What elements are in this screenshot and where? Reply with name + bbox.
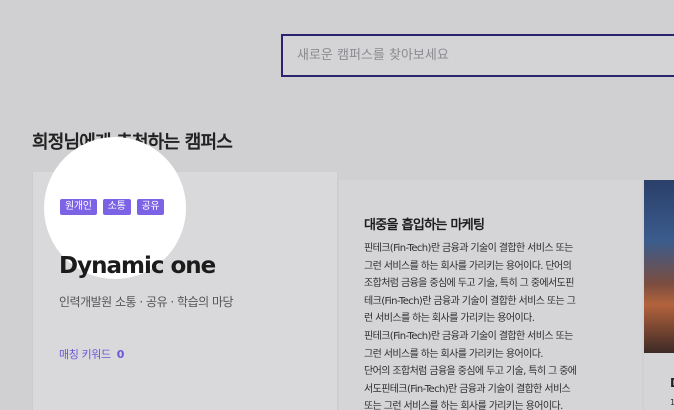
card-subtitle: 인력개발원 소통 · 공유 · 학습의 마당	[59, 295, 234, 309]
card-small-text: 1	[670, 398, 674, 407]
tag-badge: 공유	[136, 199, 165, 215]
card-title: D	[670, 376, 674, 390]
campus-search-box[interactable]	[281, 34, 674, 77]
tag-badge: 소통	[102, 199, 131, 215]
matching-keyword-label: 매칭 키워드	[59, 348, 111, 361]
card-thumbnail-image	[644, 180, 674, 353]
card-tags: 원개인 소통 공유	[60, 199, 165, 215]
matching-keyword: 매칭 키워드 0	[59, 346, 124, 362]
tag-badge: 원개인	[60, 199, 97, 215]
card-description: 핀테크(Fin-Tech)란 금융과 기술이 결합한 서비스 또는 그런 서비스…	[364, 243, 577, 410]
card-title: Dynamic one	[59, 253, 216, 279]
matching-keyword-count: 0	[116, 348, 125, 361]
campus-card-partial[interactable]: D 1	[644, 180, 674, 410]
card-title: 대중을 흡입하는 마케팅	[364, 218, 485, 233]
campus-search-input[interactable]	[283, 36, 674, 75]
